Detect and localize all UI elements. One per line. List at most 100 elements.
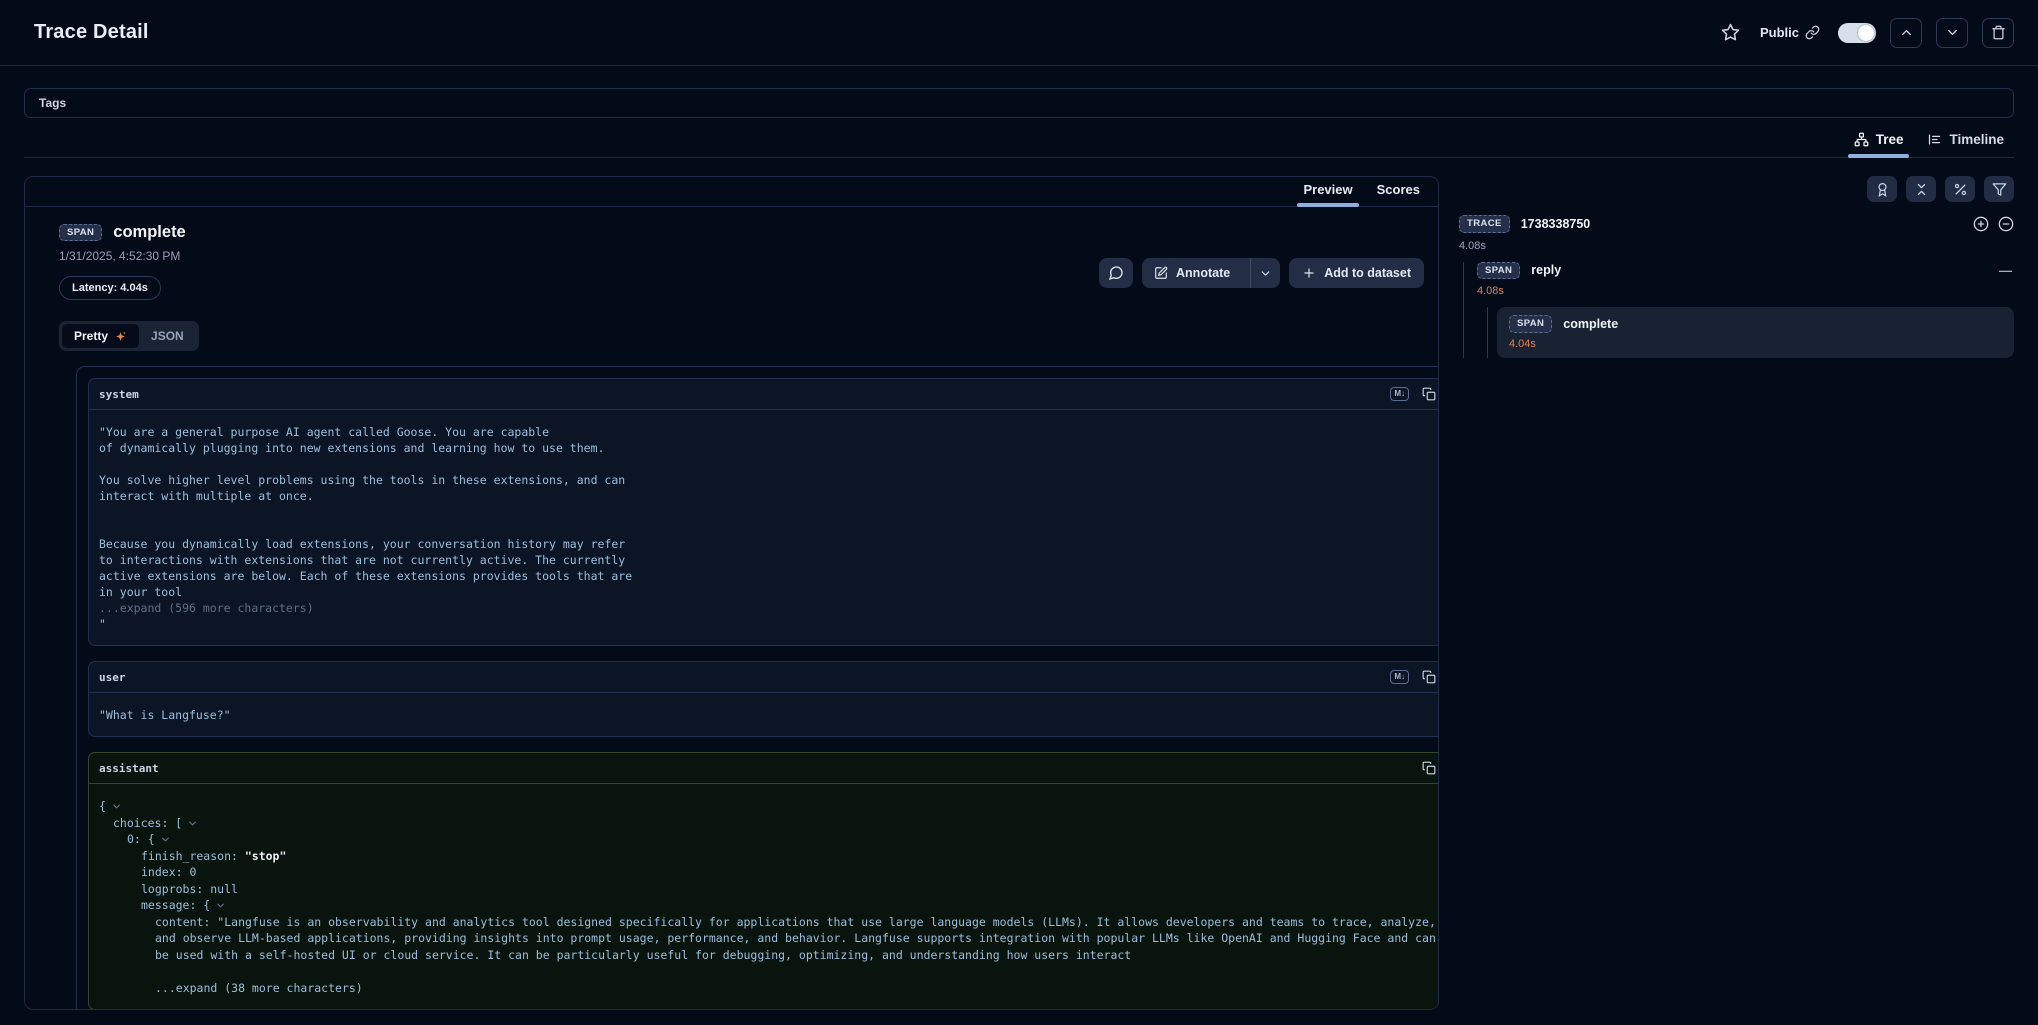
user-message-box: user M↓ "What is Langfuse?" — [88, 661, 1439, 737]
award-icon — [1875, 182, 1890, 197]
tree-hierarchy-icon — [1854, 132, 1869, 147]
messages-container: system M↓ "You are a general purpose AI … — [76, 366, 1439, 1010]
system-expand-link[interactable]: ...expand (596 more characters) — [99, 600, 1436, 616]
comment-bubble-icon — [1108, 265, 1124, 281]
annotate-button[interactable]: Annotate — [1142, 258, 1242, 288]
trash-icon — [1991, 25, 2006, 40]
json-collapse-icon[interactable] — [160, 834, 171, 845]
public-toggle[interactable] — [1838, 23, 1876, 43]
json-collapse-icon[interactable] — [111, 801, 122, 812]
public-label: Public — [1760, 25, 1799, 40]
json-collapse-icon[interactable] — [187, 818, 198, 829]
span-row-reply[interactable]: SPAN reply — — [1477, 262, 2014, 280]
trace-tree-panel: TRACE 1738338750 4.08s SPAN reply — — [1459, 176, 2014, 358]
add-to-dataset-button[interactable]: Add to dataset — [1289, 258, 1424, 288]
format-pretty-button[interactable]: Pretty — [62, 324, 139, 348]
observation-body: SPAN complete 1/31/2025, 4:52:30 PM Late… — [25, 207, 1438, 1010]
assistant-message-box: assistant {choices: [0: {finish_reason: … — [88, 752, 1439, 1010]
system-text: "You are a general purpose AI agent call… — [99, 424, 1436, 600]
link-icon — [1805, 25, 1820, 40]
system-message-header: system M↓ — [89, 379, 1439, 410]
trace-tree-root-row[interactable]: TRACE 1738338750 — [1459, 215, 2014, 233]
trace-duration: 4.08s — [1459, 240, 2014, 252]
chevron-down-icon — [1259, 267, 1272, 280]
page-title: Trace Detail — [34, 21, 149, 44]
filter-button[interactable] — [1984, 176, 2014, 202]
system-message-content: "You are a general purpose AI agent call… — [89, 410, 1439, 645]
annotate-split-button: Annotate — [1142, 258, 1280, 288]
percent-icon — [1953, 182, 1968, 197]
observation-actions: Annotate Add to dataset — [1099, 258, 1424, 288]
annotate-dropdown-button[interactable] — [1250, 258, 1280, 288]
json-line: logprobs: null — [99, 881, 1436, 898]
tab-tree[interactable]: Tree — [1852, 132, 1906, 157]
trace-children: SPAN reply — 4.08s SPAN complete 4.04s — [1463, 262, 2014, 358]
prev-trace-button[interactable] — [1890, 18, 1922, 48]
format-toggle: Pretty JSON — [59, 321, 199, 351]
json-line: index: 0 — [99, 864, 1436, 881]
user-message-content: "What is Langfuse?" — [89, 693, 1439, 736]
tab-tree-label: Tree — [1876, 132, 1904, 147]
chevron-down-icon — [1945, 25, 1960, 40]
view-tabs-row: Tree Timeline — [24, 118, 2014, 158]
delete-trace-button[interactable] — [1982, 18, 2014, 48]
span-name-complete: complete — [1563, 317, 1618, 331]
chevrons-collapse-icon — [1914, 182, 1929, 197]
span-type-badge: SPAN — [1509, 315, 1552, 333]
tab-scores[interactable]: Scores — [1367, 182, 1430, 206]
span-row-complete-selected[interactable]: SPAN complete 4.04s — [1497, 307, 2014, 358]
assistant-expand-link[interactable]: ...expand (38 more characters) — [99, 980, 1436, 997]
system-closing-quote: " — [99, 616, 1436, 632]
expand-all-icon[interactable] — [1973, 216, 1989, 232]
collapse-all-icon[interactable] — [1998, 216, 2014, 232]
copy-icon[interactable] — [1422, 670, 1436, 684]
tree-toolbar — [1459, 176, 2014, 202]
plus-icon — [1302, 266, 1316, 280]
json-line: choices: [ — [99, 815, 1436, 832]
user-message-header: user M↓ — [89, 662, 1439, 693]
bookmark-star-icon[interactable] — [1721, 23, 1740, 42]
public-share-control[interactable]: Public — [1760, 25, 1820, 40]
main-split: Preview Scores SPAN complete 1/31/2025, … — [24, 176, 2014, 1010]
comment-button[interactable] — [1099, 258, 1133, 288]
chevron-up-icon — [1899, 25, 1914, 40]
scores-toggle-button[interactable] — [1867, 176, 1897, 202]
tags-input-bar[interactable]: Tags — [24, 88, 2014, 118]
assistant-json: {choices: [0: {finish_reason: "stop"inde… — [99, 798, 1436, 963]
header-controls: Public — [1721, 18, 2014, 48]
copy-icon[interactable] — [1422, 387, 1436, 401]
system-message-box: system M↓ "You are a general purpose AI … — [88, 378, 1439, 646]
json-line: message: { — [99, 897, 1436, 914]
user-role-label: user — [99, 671, 126, 684]
assistant-message-header: assistant — [89, 753, 1439, 784]
json-line: { — [99, 798, 1436, 815]
markdown-toggle-icon[interactable]: M↓ — [1390, 670, 1409, 684]
span-duration-reply: 4.08s — [1477, 285, 2014, 297]
observation-card: Preview Scores SPAN complete 1/31/2025, … — [24, 176, 1439, 1010]
format-json-button[interactable]: JSON — [139, 324, 196, 348]
sparkles-icon — [114, 330, 127, 343]
annotate-label: Annotate — [1176, 266, 1230, 280]
trace-id: 1738338750 — [1521, 217, 1591, 231]
assistant-json-content: {choices: [0: {finish_reason: "stop"inde… — [89, 784, 1439, 1009]
span-type-badge: SPAN — [1477, 262, 1520, 280]
collapse-node-icon[interactable]: — — [1997, 263, 2014, 278]
tab-timeline[interactable]: Timeline — [1925, 132, 2006, 157]
tab-timeline-label: Timeline — [1949, 132, 2004, 147]
span-type-badge: SPAN — [59, 224, 102, 242]
copy-icon[interactable] — [1422, 761, 1436, 775]
add-to-dataset-label: Add to dataset — [1324, 266, 1411, 280]
markdown-toggle-icon[interactable]: M↓ — [1390, 387, 1409, 401]
latency-badge: Latency: 4.04s — [59, 276, 161, 300]
funnel-filter-icon — [1992, 182, 2007, 197]
tab-preview[interactable]: Preview — [1293, 182, 1362, 206]
system-role-label: system — [99, 388, 139, 401]
span-duration-complete: 4.04s — [1509, 338, 2002, 350]
next-trace-button[interactable] — [1936, 18, 1968, 48]
json-line: 0: { — [99, 831, 1436, 848]
collapse-all-button[interactable] — [1906, 176, 1936, 202]
pencil-square-icon — [1154, 266, 1168, 280]
json-collapse-icon[interactable] — [215, 900, 226, 911]
metrics-toggle-button[interactable] — [1945, 176, 1975, 202]
user-text: "What is Langfuse?" — [99, 707, 1436, 723]
